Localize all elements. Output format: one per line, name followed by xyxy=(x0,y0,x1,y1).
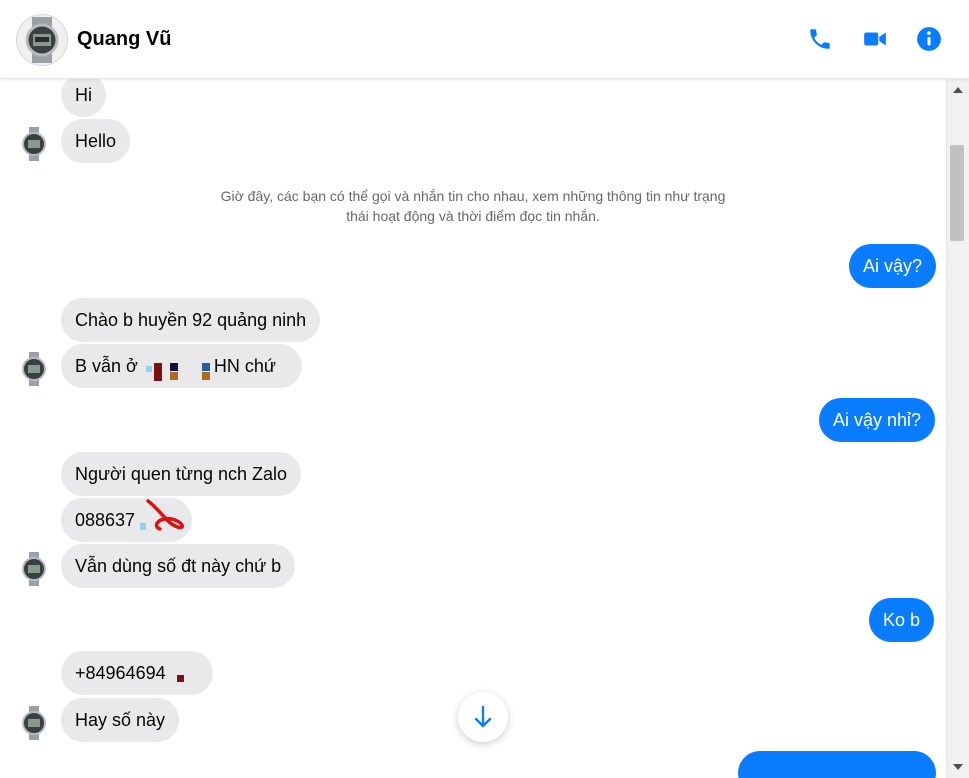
message-text: Vẫn dùng số đt này chứ b xyxy=(75,556,282,576)
message-outgoing[interactable]: Ai vậy nhỉ? xyxy=(819,398,936,442)
notice-line: Giờ đây, các bạn có thể gọi và nhắn tin … xyxy=(220,188,726,204)
system-notice: Giờ đây, các bạn có thể gọi và nhắn tin … xyxy=(180,186,766,226)
redaction-pixel xyxy=(146,366,152,372)
message-list[interactable]: Hi Hello Giờ đây, các bạn có thể gọi và … xyxy=(0,79,946,778)
sender-avatar[interactable] xyxy=(20,552,48,586)
redaction-pixel xyxy=(154,363,162,381)
message-text: Ko b xyxy=(883,610,921,630)
scroll-to-bottom-button[interactable] xyxy=(458,692,508,742)
sender-avatar[interactable] xyxy=(20,127,48,161)
message-text: HN chứ xyxy=(213,356,276,376)
message-outgoing[interactable]: Ko b xyxy=(869,598,935,642)
scribble-redaction xyxy=(140,499,184,531)
message-text: B vẫn ở xyxy=(75,356,143,376)
scroll-up-arrow[interactable] xyxy=(953,87,963,93)
conversation-header: Quang Vũ xyxy=(0,0,969,79)
message-text: Ai vậy nhỉ? xyxy=(833,410,922,430)
redaction-pixel xyxy=(177,675,184,682)
message-incoming[interactable]: Vẫn dùng số đt này chứ b xyxy=(61,544,296,588)
message-incoming[interactable]: Người quen từng nch Zalo xyxy=(61,452,302,496)
message-text: Hi xyxy=(75,85,92,105)
message-outgoing[interactable]: Ai vậy? xyxy=(849,244,937,288)
redaction-pixel xyxy=(170,363,178,371)
redaction-pixel xyxy=(202,372,210,380)
contact-name[interactable]: Quang Vũ xyxy=(77,28,171,51)
message-incoming[interactable]: +84964694 xyxy=(61,651,213,695)
arrow-down-icon xyxy=(474,705,492,728)
redaction-pixel xyxy=(170,372,178,380)
message-incoming[interactable]: B vẫn ở HN chứ xyxy=(61,344,302,388)
message-incoming[interactable]: Hi xyxy=(61,79,106,117)
scrollbar-thumb[interactable] xyxy=(950,145,964,241)
message-incoming[interactable]: Hello xyxy=(61,119,131,163)
message-incoming[interactable]: Chào b huyền 92 quảng ninh xyxy=(61,298,321,342)
message-outgoing-partial[interactable] xyxy=(738,751,936,778)
message-incoming[interactable]: Hay số này xyxy=(61,698,180,742)
watch-avatar-image xyxy=(25,17,59,63)
phone-icon[interactable] xyxy=(807,26,833,52)
message-text: +84964694 xyxy=(75,663,166,683)
message-text: Hello xyxy=(75,131,117,151)
sender-avatar[interactable] xyxy=(20,706,48,740)
info-icon[interactable] xyxy=(916,26,942,52)
message-text: Ai vậy? xyxy=(863,256,923,276)
message-text: Hay số này xyxy=(75,710,166,730)
redaction-pixel xyxy=(202,363,210,371)
contact-avatar[interactable] xyxy=(16,14,68,66)
message-text: Chào b huyền 92 quảng ninh xyxy=(75,310,307,330)
scroll-down-arrow[interactable] xyxy=(953,764,963,770)
video-call-icon[interactable] xyxy=(862,26,888,52)
message-text: 088637 xyxy=(75,510,136,530)
notice-line: thái hoạt động và thời điểm đọc tin nhắn… xyxy=(346,208,600,224)
sender-avatar[interactable] xyxy=(20,352,48,386)
message-text: Người quen từng nch Zalo xyxy=(75,464,288,484)
vertical-scrollbar[interactable] xyxy=(946,79,969,778)
